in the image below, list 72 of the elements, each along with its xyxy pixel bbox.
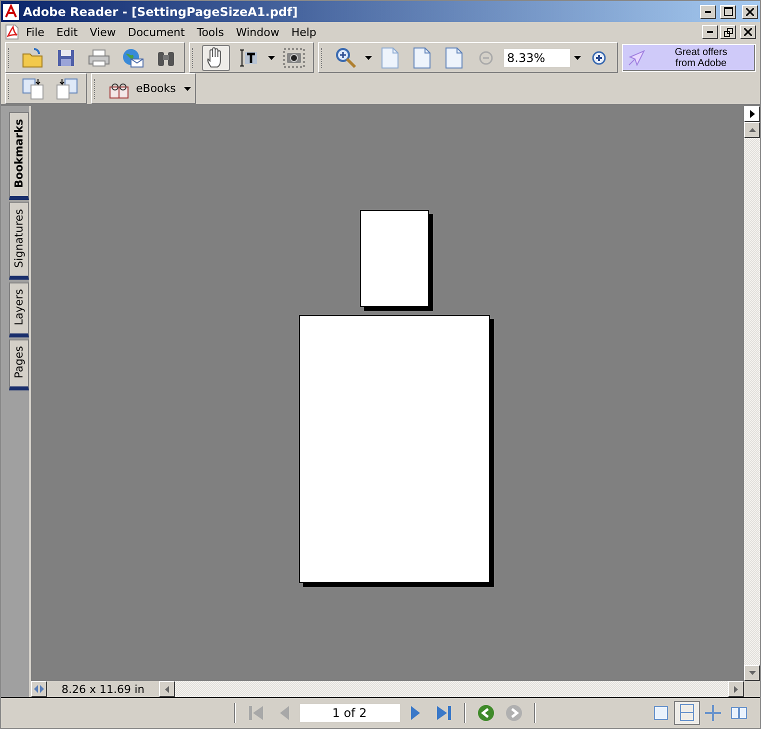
scroll-up-button[interactable] bbox=[744, 122, 760, 138]
text-cursor-icon bbox=[238, 48, 260, 68]
page-icon bbox=[413, 46, 431, 68]
minimize-icon bbox=[705, 10, 711, 12]
ebooks-button[interactable]: eBooks bbox=[104, 76, 180, 102]
last-page-icon bbox=[436, 705, 452, 721]
pdf-document-icon bbox=[5, 24, 19, 40]
pages-arrow-icon bbox=[22, 78, 44, 100]
vertical-scrollbar[interactable] bbox=[744, 106, 760, 681]
scroll-down-button[interactable] bbox=[744, 665, 760, 681]
camera-icon bbox=[283, 48, 305, 68]
side-tab[interactable]: Layers bbox=[9, 282, 29, 338]
zoom-field[interactable]: 8.33% bbox=[504, 48, 570, 66]
menu-item[interactable]: File bbox=[21, 24, 50, 40]
hand-tool[interactable] bbox=[202, 44, 230, 70]
scroll-right-button[interactable] bbox=[728, 681, 744, 697]
first-page-icon bbox=[248, 705, 264, 721]
maximize-icon bbox=[724, 7, 732, 16]
split-arrows-icon bbox=[34, 685, 44, 693]
side-tab[interactable]: Signatures bbox=[9, 202, 29, 280]
menu-item[interactable]: Document bbox=[122, 24, 190, 40]
previous-page-icon bbox=[278, 705, 288, 721]
pages-arrow-icon bbox=[56, 78, 78, 100]
down-arrow-icon bbox=[748, 671, 756, 675]
horizontal-scrollbar[interactable] bbox=[175, 681, 728, 697]
caret-icon bbox=[574, 56, 581, 60]
close-button[interactable] bbox=[740, 25, 756, 39]
split-handle[interactable] bbox=[31, 681, 47, 697]
page-layout-button[interactable] bbox=[674, 701, 700, 725]
menu-item[interactable]: Help bbox=[286, 24, 322, 40]
caret-icon bbox=[365, 56, 372, 60]
close-icon bbox=[744, 28, 752, 36]
page-icon bbox=[445, 46, 463, 68]
restore-button[interactable] bbox=[720, 25, 736, 39]
single-page-icon bbox=[653, 705, 669, 721]
close-button[interactable] bbox=[742, 4, 758, 18]
menu-item[interactable]: View bbox=[84, 24, 121, 40]
menu-item[interactable]: Window bbox=[230, 24, 284, 40]
side-tab[interactable]: Pages bbox=[9, 339, 29, 391]
folder-icon bbox=[22, 48, 44, 68]
minimize-button[interactable] bbox=[702, 25, 718, 39]
magnifier-icon bbox=[335, 46, 357, 68]
continuous-page-icon bbox=[679, 704, 695, 722]
pdf-logo-icon bbox=[3, 4, 19, 20]
side-tab[interactable]: Bookmarks bbox=[9, 112, 29, 200]
window-title: Adobe Reader - [SettingPageSizeA1.pdf] bbox=[23, 4, 299, 18]
right-arrow-icon bbox=[734, 686, 738, 692]
panel-arrow-button[interactable] bbox=[744, 106, 760, 122]
restore-icon bbox=[724, 28, 732, 36]
globe-envelope-icon bbox=[122, 48, 144, 68]
minimize-icon bbox=[707, 31, 713, 33]
close-icon bbox=[746, 8, 754, 16]
menu-item[interactable]: Edit bbox=[51, 24, 83, 40]
page-icon bbox=[381, 46, 399, 68]
up-arrow-icon bbox=[748, 128, 756, 132]
next-page-icon bbox=[410, 705, 420, 721]
pointer-icon bbox=[627, 50, 645, 66]
triangle-right-icon bbox=[750, 110, 754, 118]
page-size-label: 8.26 x 11.69 in bbox=[47, 681, 159, 697]
menu-item[interactable]: Tools bbox=[192, 24, 229, 40]
page-number-field[interactable]: 1 of 2 bbox=[300, 704, 400, 722]
minimize-button[interactable] bbox=[700, 4, 716, 18]
offers-button[interactable]: Great offers from Adobe bbox=[622, 44, 756, 72]
printer-icon bbox=[88, 48, 110, 66]
caret-icon bbox=[184, 86, 191, 90]
maximize-button[interactable] bbox=[720, 4, 736, 18]
plus-icon bbox=[592, 50, 606, 64]
two-page-icon bbox=[730, 706, 748, 720]
caret-icon bbox=[268, 56, 275, 60]
minus-icon bbox=[479, 50, 493, 64]
left-arrow-icon bbox=[165, 686, 169, 692]
scroll-left-button[interactable] bbox=[159, 681, 175, 697]
